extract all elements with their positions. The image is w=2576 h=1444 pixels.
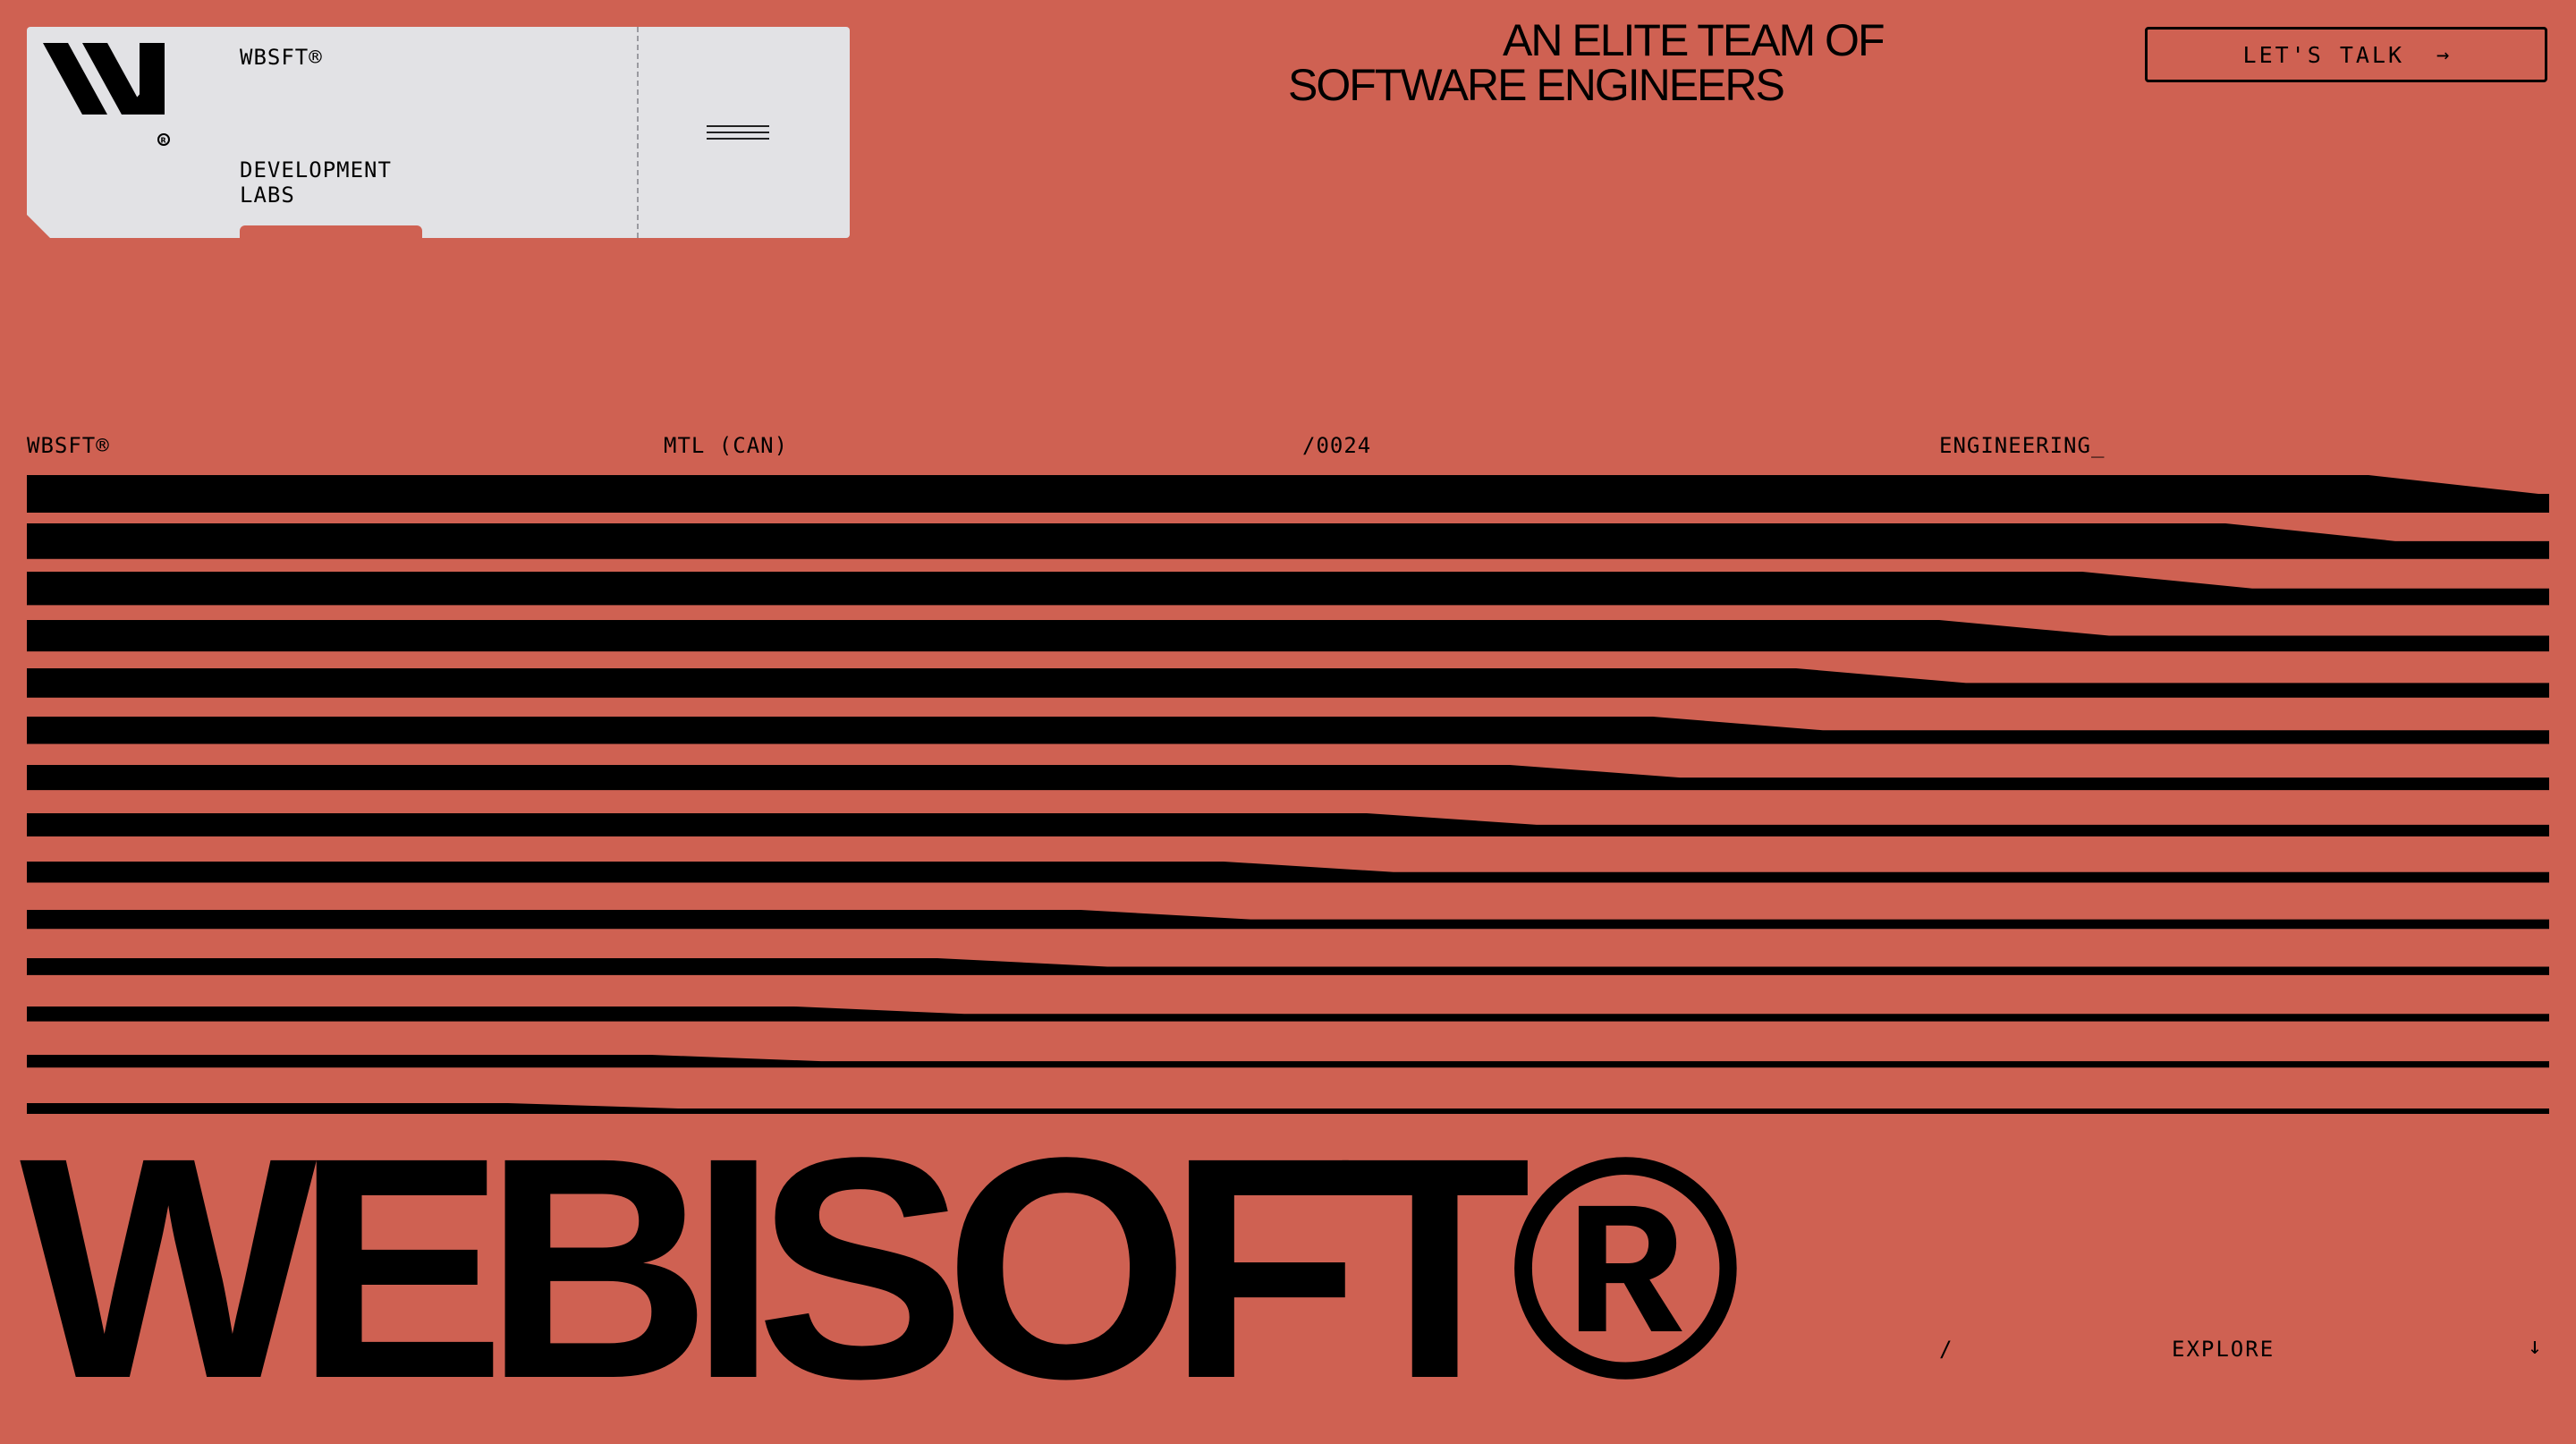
stripe	[27, 765, 2549, 791]
stripe	[27, 958, 2549, 975]
stripe	[27, 475, 2549, 513]
webisoft-wordmark: WEBISOFT®	[20, 1091, 1741, 1444]
arrow-down-icon[interactable]: ↓	[2528, 1333, 2542, 1360]
stripe	[27, 1007, 2549, 1022]
stripe	[27, 862, 2549, 883]
stripe	[27, 620, 2549, 652]
stripe	[27, 523, 2549, 559]
stripe	[27, 717, 2549, 744]
stripe	[27, 910, 2549, 930]
footer-slash: /	[1939, 1337, 1953, 1362]
stripe	[27, 1055, 2549, 1068]
stripe	[27, 813, 2549, 837]
explore-link[interactable]: EXPLORE	[2172, 1337, 2275, 1362]
stripe	[27, 668, 2549, 698]
stripe	[27, 572, 2549, 606]
